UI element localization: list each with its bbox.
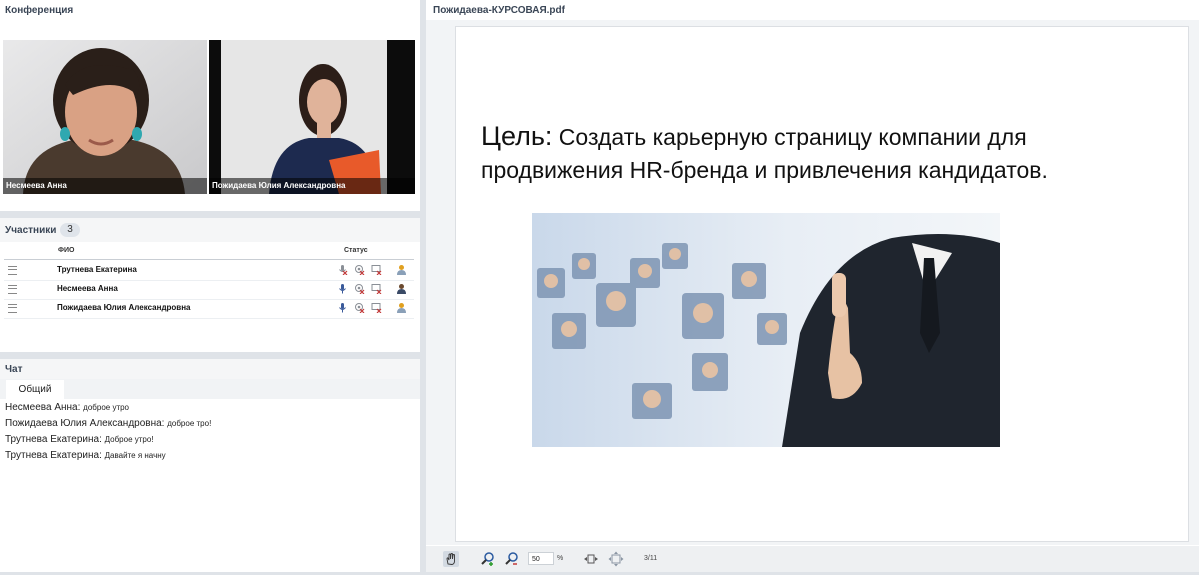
participant-row[interactable]: Трутнева Екатерина — [4, 261, 414, 281]
mic-on-icon[interactable] — [337, 302, 348, 313]
camera-muted-icon[interactable] — [354, 302, 365, 313]
screen-share-muted-icon[interactable] — [371, 302, 382, 313]
message-author: Трутнева Екатерина: — [5, 434, 102, 445]
message-text: Давайте я начну — [104, 451, 166, 460]
hand-tool-icon[interactable] — [443, 551, 459, 567]
conference-title: Конференция — [5, 5, 74, 16]
chat-title: Чат — [5, 364, 23, 375]
video-tile-nesmeeva[interactable]: Несмеева Анна — [3, 40, 207, 194]
participants-title: Участники — [5, 225, 57, 236]
document-viewer: Пожидаева-КУРСОВАЯ.pdf Цель: Создать кар… — [426, 0, 1199, 572]
user-icon — [397, 265, 406, 275]
participant-video-2 — [209, 40, 415, 194]
participant-name: Пожидаева Юлия Александровна — [57, 303, 191, 312]
page-indicator: 3/11 — [644, 555, 658, 562]
chat-message: Трутнева Екатерина: Давайте я начну — [5, 450, 166, 461]
participant-name: Трутнева Екатерина — [57, 265, 137, 274]
message-text: доброе тро! — [167, 419, 212, 428]
chat-message: Пожидаева Юлия Александровна: доброе тро… — [5, 418, 211, 429]
participants-count-badge: 3 — [60, 223, 80, 237]
message-author: Трутнева Екатерина: — [5, 450, 102, 461]
fit-width-icon[interactable] — [583, 551, 599, 567]
zoom-unit-label: % — [557, 555, 564, 562]
video-tile-pozhidaeva[interactable]: Пожидаева Юлия Александровна — [209, 40, 415, 194]
chat-message: Трутнева Екатерина: Доброе утро! — [5, 434, 154, 445]
column-header-fio: ФИО — [58, 247, 75, 254]
column-header-status: Статус — [344, 247, 368, 254]
chat-panel: Чат Общий Несмеева Анна: доброе утро Пож… — [0, 359, 420, 572]
participant-row[interactable]: Несмеева Анна — [4, 280, 414, 300]
camera-muted-icon[interactable] — [354, 264, 365, 275]
zoom-in-icon[interactable] — [480, 551, 496, 567]
message-text: доброе утро — [83, 403, 130, 412]
slide-goal-word: Цель: — [481, 121, 553, 151]
conference-panel: Конференция Несмеева Анна Пожидаева Юлия… — [0, 0, 420, 211]
user-icon — [397, 303, 406, 313]
slide-heading: Цель: Создать карьерную страницу компани… — [481, 120, 1141, 187]
chat-tab-general[interactable]: Общий — [6, 380, 64, 400]
mic-on-icon[interactable] — [337, 283, 348, 294]
chat-message: Несмеева Анна: доброе утро — [5, 402, 129, 413]
participants-header: Участники 3 — [0, 218, 420, 242]
message-author: Пожидаева Юлия Александровна: — [5, 418, 165, 429]
fit-page-icon[interactable] — [608, 551, 624, 567]
chat-header: Чат — [0, 359, 420, 379]
message-author: Несмеева Анна: — [5, 402, 81, 413]
mic-muted-icon[interactable] — [337, 264, 348, 275]
drag-handle-icon[interactable] — [8, 266, 17, 275]
video-name-label: Пожидаева Юлия Александровна — [209, 178, 415, 194]
drag-handle-icon[interactable] — [8, 304, 17, 313]
document-title: Пожидаева-КУРСОВАЯ.pdf — [433, 5, 565, 16]
video-name-label: Несмеева Анна — [3, 178, 207, 194]
participant-video-1 — [3, 40, 207, 194]
document-page: Цель: Создать карьерную страницу компани… — [455, 26, 1189, 542]
slide-illustration — [532, 213, 1000, 447]
camera-muted-icon[interactable] — [354, 283, 365, 294]
participant-name: Несмеева Анна — [57, 284, 118, 293]
participants-panel: Участники 3 ФИО Статус Трутнева Екатерин… — [0, 218, 420, 352]
drag-handle-icon[interactable] — [8, 285, 17, 294]
slide-goal-text: Создать карьерную страницу компании для … — [481, 124, 1048, 183]
message-text: Доброе утро! — [104, 435, 154, 444]
screen-share-muted-icon[interactable] — [371, 283, 382, 294]
document-scroll-area[interactable]: Цель: Создать карьерную страницу компани… — [426, 20, 1199, 545]
user-icon — [397, 284, 406, 294]
zoom-out-icon[interactable] — [504, 551, 520, 567]
screen-share-muted-icon[interactable] — [371, 264, 382, 275]
participant-row[interactable]: Пожидаева Юлия Александровна — [4, 299, 414, 319]
document-toolbar: 50 % 3/11 — [426, 546, 1199, 572]
header-divider — [4, 259, 414, 260]
zoom-level-input[interactable]: 50 — [528, 552, 554, 565]
